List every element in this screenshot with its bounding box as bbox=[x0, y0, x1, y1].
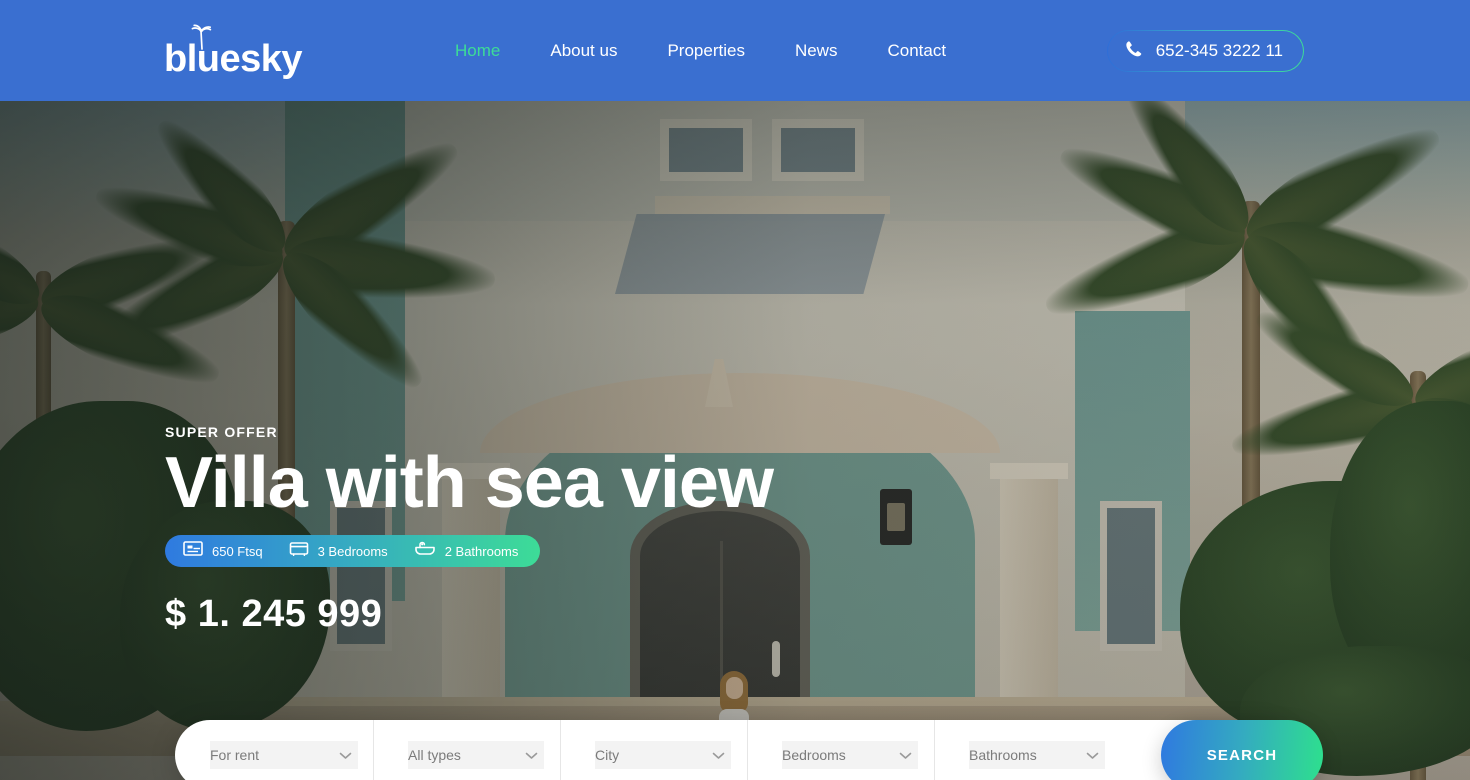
nav-item-home[interactable]: Home bbox=[430, 41, 525, 61]
feature-bedrooms: 3 Bedrooms bbox=[289, 541, 414, 561]
feature-bathrooms: 2 Bathrooms bbox=[414, 541, 519, 561]
area-icon bbox=[183, 541, 203, 561]
bathrooms-select[interactable]: Bathrooms bbox=[969, 741, 1105, 769]
search-field-listing-type: For rent bbox=[175, 720, 374, 780]
nav-item-news[interactable]: News bbox=[770, 41, 863, 61]
city-value: City bbox=[595, 747, 620, 763]
bedrooms-select[interactable]: Bedrooms bbox=[782, 741, 918, 769]
feature-bedrooms-label: 3 Bedrooms bbox=[317, 543, 388, 559]
search-field-city: City bbox=[561, 720, 748, 780]
site-header: bluesky Home About us Properties News Co… bbox=[0, 0, 1470, 101]
phone-icon bbox=[1124, 39, 1144, 64]
feature-area-label: 650 Ftsq bbox=[212, 543, 263, 559]
chevron-down-icon bbox=[339, 747, 352, 763]
logo-text: bluesky bbox=[164, 38, 303, 80]
chevron-down-icon bbox=[899, 747, 912, 763]
search-field-property-type: All types bbox=[374, 720, 561, 780]
hero-eyebrow: SUPER OFFER bbox=[165, 424, 278, 440]
property-search-bar: For rent All types City Bedrooms Bathroo… bbox=[175, 720, 1323, 780]
nav-item-contact[interactable]: Contact bbox=[862, 41, 971, 61]
feature-bathrooms-label: 2 Bathrooms bbox=[444, 543, 519, 559]
hero-content: SUPER OFFER Villa with sea view 650 Ftsq bbox=[165, 424, 774, 636]
chevron-down-icon bbox=[1086, 747, 1099, 763]
property-features-badge: 650 Ftsq 3 Bedrooms 2 Bathrooms bbox=[165, 535, 541, 567]
bedrooms-value: Bedrooms bbox=[782, 747, 846, 763]
nav-item-about-us[interactable]: About us bbox=[525, 41, 642, 61]
search-button[interactable]: SEARCH bbox=[1161, 720, 1323, 780]
search-field-bedrooms: Bedrooms bbox=[748, 720, 935, 780]
page-root: SUPER OFFER Villa with sea view 650 Ftsq bbox=[0, 0, 1470, 780]
bathrooms-value: Bathrooms bbox=[969, 747, 1037, 763]
listing-type-select[interactable]: For rent bbox=[210, 741, 358, 769]
phone-button[interactable]: 652-345 3222 11 bbox=[1107, 30, 1304, 72]
city-select[interactable]: City bbox=[595, 741, 731, 769]
search-field-bathrooms: Bathrooms bbox=[935, 720, 1135, 780]
bed-icon bbox=[289, 541, 309, 561]
main-navigation: Home About us Properties News Contact bbox=[430, 0, 971, 101]
phone-number: 652-345 3222 11 bbox=[1155, 41, 1283, 60]
logo[interactable]: bluesky bbox=[164, 24, 303, 82]
property-type-select[interactable]: All types bbox=[408, 741, 544, 769]
bathtub-icon bbox=[414, 541, 436, 561]
chevron-down-icon bbox=[525, 747, 538, 763]
hero-section: SUPER OFFER Villa with sea view 650 Ftsq bbox=[0, 101, 1470, 780]
chevron-down-icon bbox=[712, 747, 725, 763]
property-type-value: All types bbox=[408, 747, 461, 763]
page-title: Villa with sea view bbox=[165, 443, 774, 523]
nav-item-properties[interactable]: Properties bbox=[642, 41, 769, 61]
listing-type-value: For rent bbox=[210, 747, 260, 763]
property-price: $ 1. 245 999 bbox=[165, 593, 383, 635]
feature-area: 650 Ftsq bbox=[183, 541, 289, 561]
